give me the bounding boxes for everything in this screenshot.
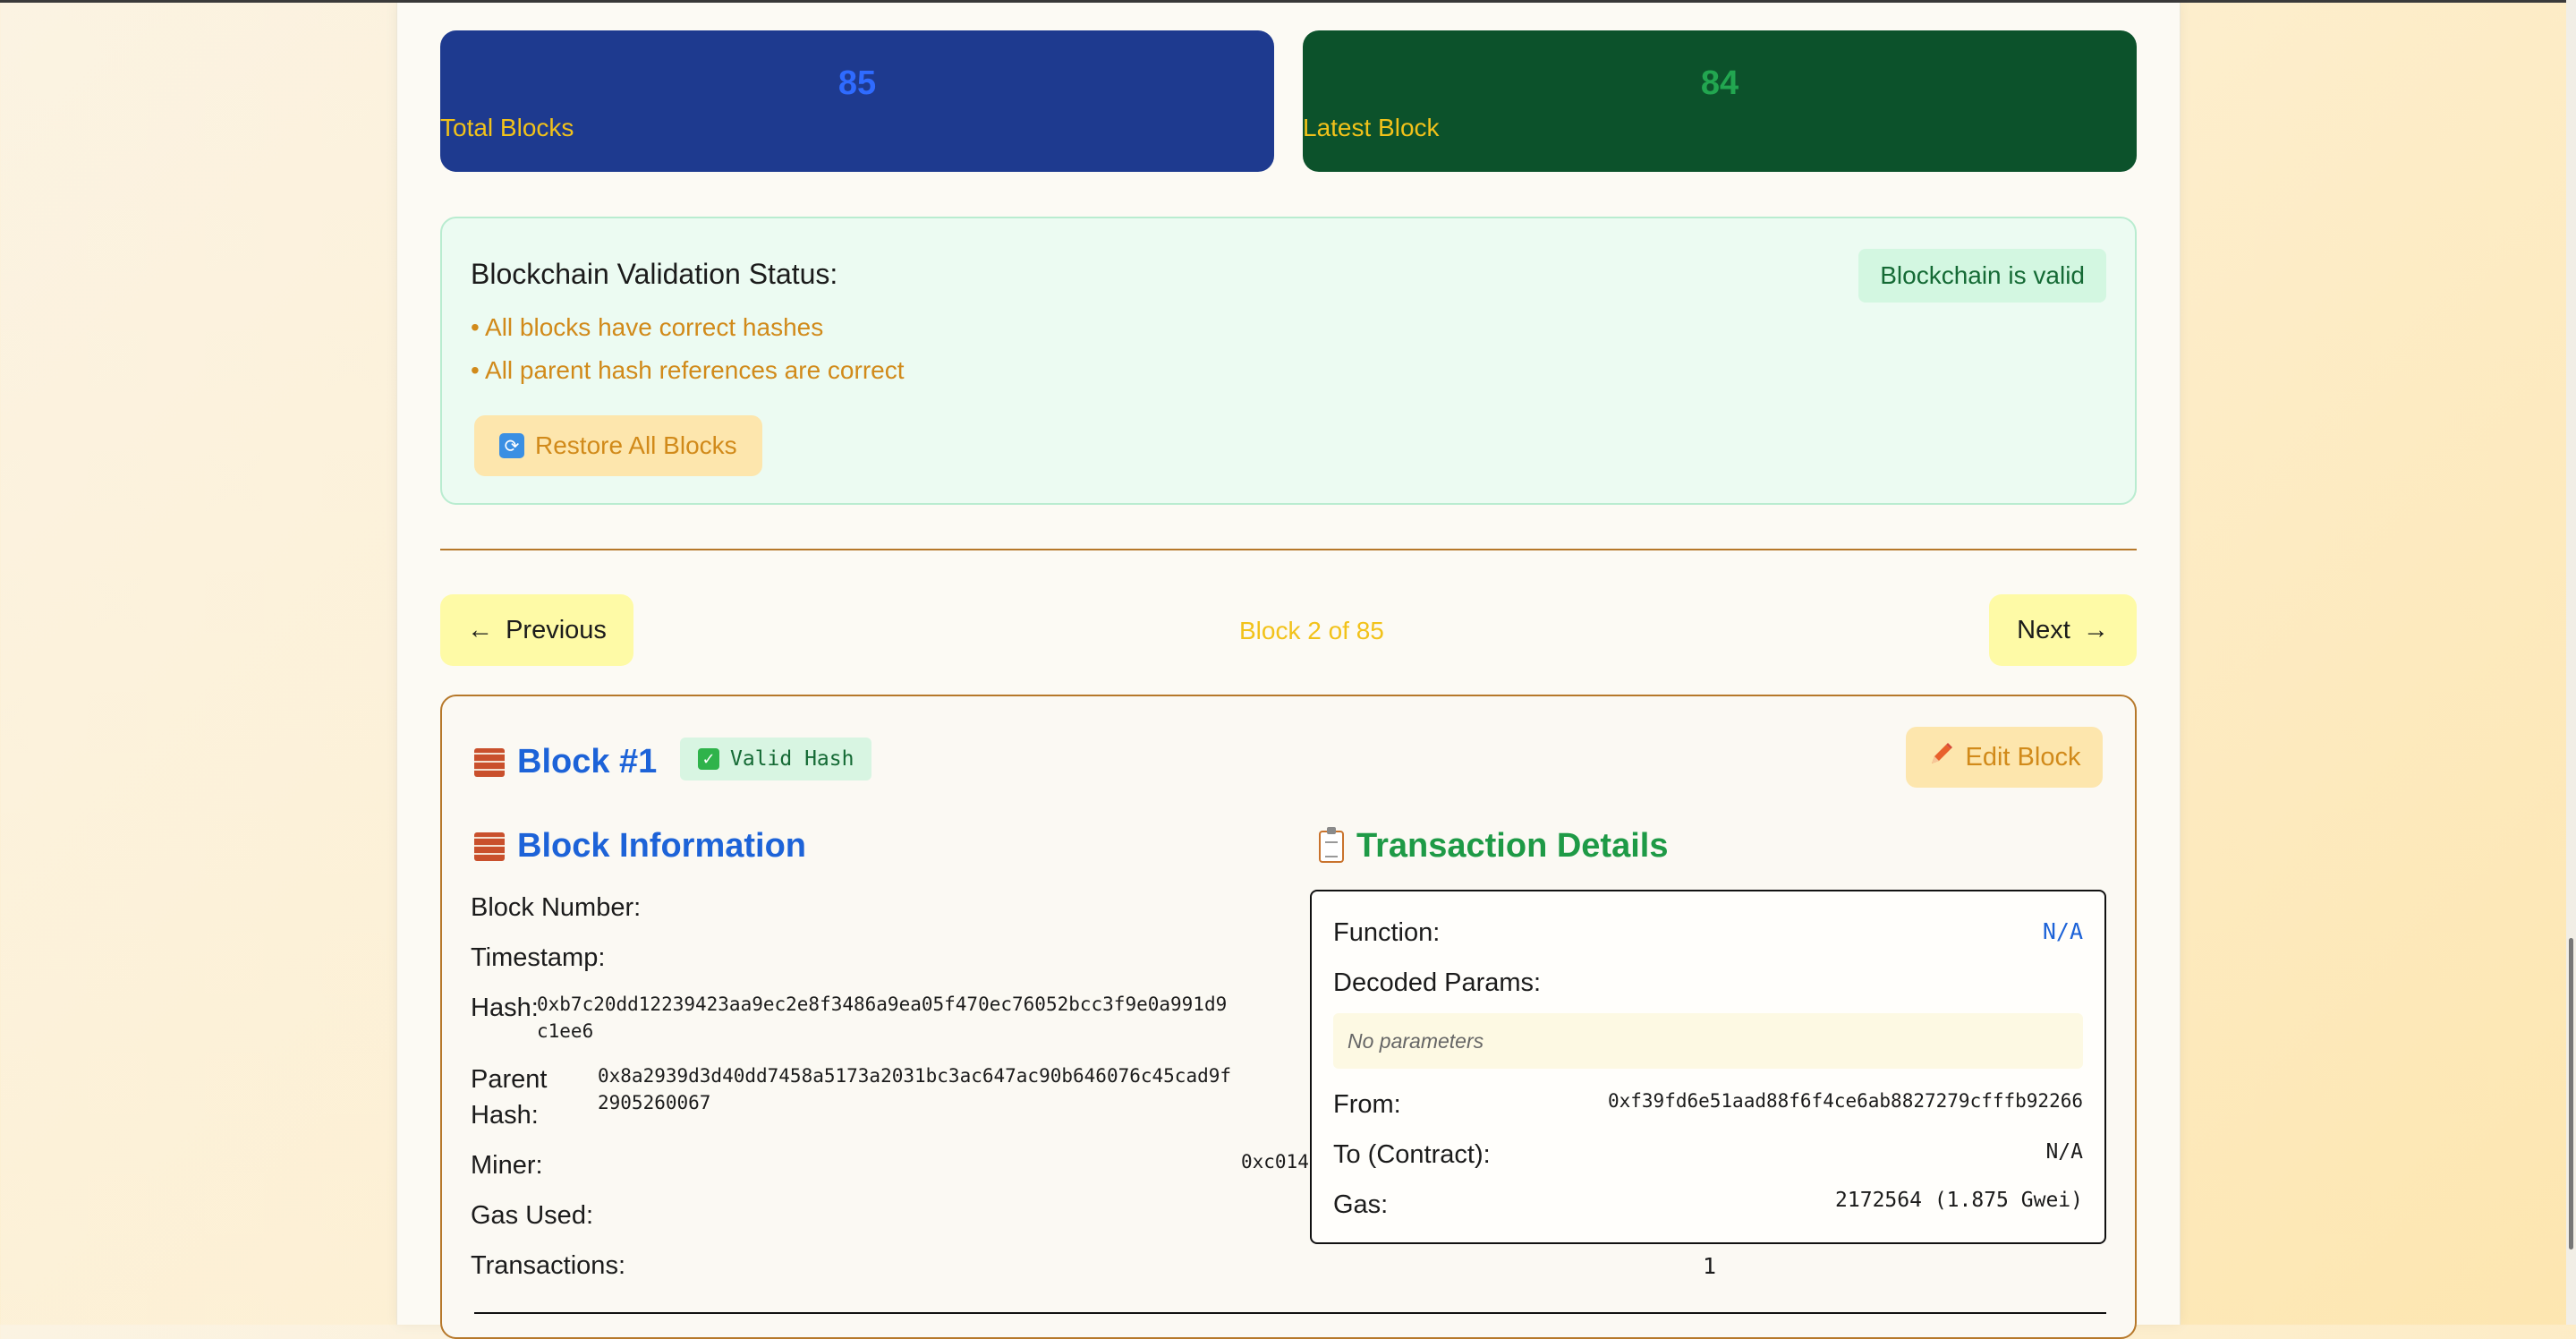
validation-status-badge: Blockchain is valid: [1858, 249, 2106, 303]
hash-value-line1: 0xb7c20dd12239423aa9ec2e8f3486a9ea05f470…: [537, 994, 1228, 1015]
block-information-heading: Block Information: [474, 827, 806, 866]
decoded-params-label: Decoded Params:: [1333, 968, 1542, 997]
refresh-icon: ⟳: [499, 433, 524, 458]
timestamp-label: Timestamp:: [471, 943, 606, 972]
function-label: Function:: [1333, 918, 1441, 947]
transaction-details-title: Transaction Details: [1356, 827, 1669, 865]
parent-hash-value-line2: 2905260067: [598, 1092, 711, 1113]
block-title-text: Block #1: [517, 743, 658, 780]
from-label: From:: [1333, 1090, 1401, 1119]
restore-all-blocks-button[interactable]: ⟳ Restore All Blocks: [474, 415, 762, 476]
previous-label: Previous: [506, 615, 607, 644]
validation-title: Blockchain Validation Status:: [471, 258, 838, 290]
function-value: N/A: [2042, 918, 2083, 944]
valid-hash-badge: ✓ Valid Hash: [680, 738, 872, 780]
no-parameters-box: No parameters: [1333, 1013, 2083, 1069]
to-contract-label: To (Contract):: [1333, 1140, 1491, 1169]
block-title: Block #1: [474, 743, 657, 781]
next-button[interactable]: Next →: [1989, 594, 2137, 666]
edit-block-label: Edit Block: [1965, 742, 2081, 772]
validation-status-panel: Blockchain Validation Status: Blockchain…: [440, 217, 2137, 505]
total-blocks-card: 85 Total Blocks: [440, 30, 1274, 172]
parent-hash-value-line1: 0x8a2939d3d40dd7458a5173a2031bc3ac647ac9…: [598, 1065, 1232, 1087]
parent-hash-label-line1: Parent: [471, 1065, 548, 1094]
scrollbar-thumb[interactable]: [2569, 938, 2573, 1249]
miner-label: Miner:: [471, 1151, 543, 1180]
transaction-details-box: Function: N/A Decoded Params: No paramet…: [1310, 890, 2106, 1244]
block-card-divider: [474, 1312, 2106, 1314]
clipboard-icon: [1319, 826, 1344, 863]
validation-item-hashes: • All blocks have correct hashes: [471, 313, 824, 341]
hash-label: Hash:: [471, 994, 539, 1022]
block-information-title: Block Information: [517, 827, 807, 865]
gas-value: 2172564 (1.875 Gwei): [1835, 1189, 2083, 1212]
brick-icon: [474, 832, 505, 861]
brick-icon: [474, 747, 505, 777]
gas-used-label: Gas Used:: [471, 1201, 593, 1230]
check-icon: ✓: [698, 748, 719, 770]
gas-label: Gas:: [1333, 1190, 1389, 1219]
transaction-details-heading: Transaction Details: [1319, 826, 1669, 866]
page-indicator: Block 2 of 85: [1239, 617, 1384, 644]
total-blocks-label: Total Blocks: [440, 114, 574, 141]
transactions-label: Transactions:: [471, 1251, 625, 1280]
pencil-icon: [1928, 740, 1955, 774]
validation-item-parents: • All parent hash references are correct: [471, 356, 905, 384]
total-blocks-value: 85: [837, 64, 877, 102]
arrow-left-icon: ←: [467, 615, 494, 644]
hash-value-line2: c1ee6: [537, 1020, 594, 1042]
latest-block-value: 84: [1700, 64, 1739, 102]
valid-hash-label: Valid Hash: [730, 747, 854, 771]
transactions-value: 1: [1702, 1253, 1716, 1279]
latest-block-card: 84 Latest Block: [1303, 30, 2137, 172]
from-value: 0xf39fd6e51aad88f6f4ce6ab8827279cfffb922…: [1607, 1090, 2083, 1112]
block-number-label: Block Number:: [471, 893, 642, 922]
section-divider: [440, 549, 2137, 550]
block-card: Block #1 ✓ Valid Hash Edit Block Block I…: [440, 695, 2137, 1339]
next-label: Next: [2017, 615, 2070, 644]
latest-block-label: Latest Block: [1303, 114, 1440, 141]
parent-hash-label-line2: Hash:: [471, 1101, 539, 1130]
arrow-right-icon: →: [2082, 615, 2109, 644]
restore-button-label: Restore All Blocks: [535, 431, 737, 459]
edit-block-button[interactable]: Edit Block: [1906, 727, 2103, 788]
to-contract-value: N/A: [2045, 1140, 2083, 1164]
previous-button[interactable]: ← Previous: [440, 594, 633, 666]
